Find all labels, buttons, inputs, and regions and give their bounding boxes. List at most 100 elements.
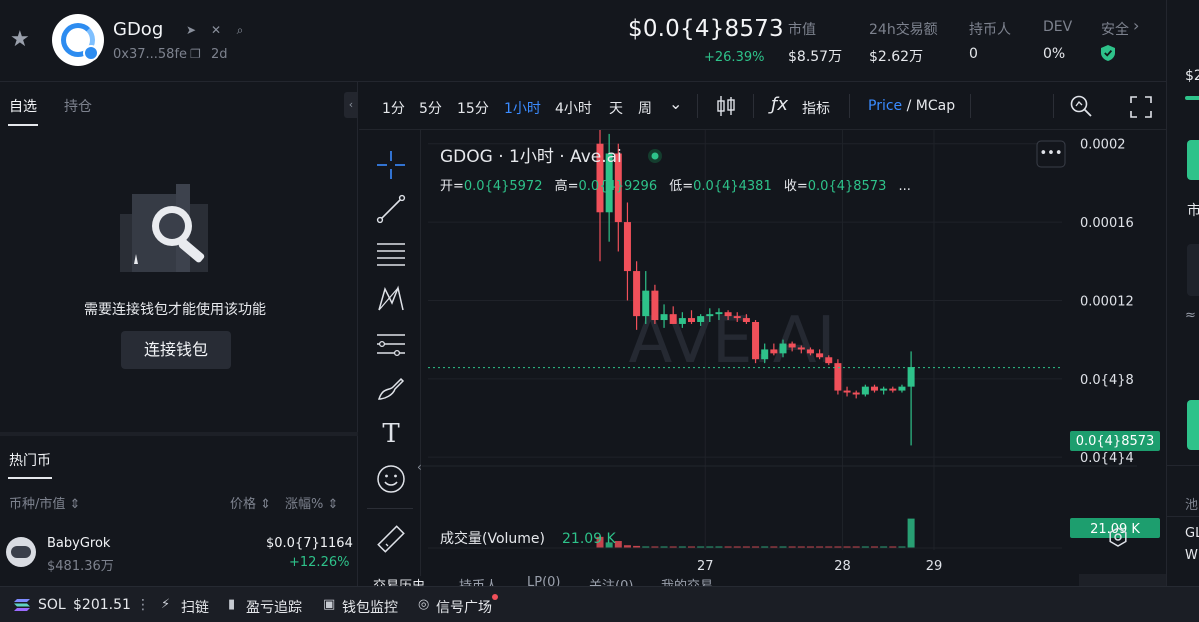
connect-wallet-button[interactable]: 连接钱包 (121, 331, 231, 369)
candle-body (907, 367, 915, 387)
volume-label: 成交量(Volume) (440, 530, 545, 547)
telegram-icon[interactable]: ➤ (183, 22, 199, 38)
fullscreen-icon[interactable] (1130, 96, 1152, 118)
chevron-right-icon[interactable]: › (1133, 16, 1139, 35)
timeframe-day[interactable]: 天 (609, 98, 623, 118)
panel-resize-handle[interactable] (0, 432, 358, 436)
candle-body (733, 316, 741, 319)
tab-watchlist[interactable]: 自选 (9, 96, 37, 116)
scan-icon[interactable]: ⚡ (161, 597, 170, 612)
trend-line-icon[interactable] (375, 193, 407, 225)
column-header-change[interactable]: 涨幅% ⇕ (285, 493, 338, 512)
hot-coins-title[interactable]: 热门币 (9, 450, 51, 470)
stat-label-safety[interactable]: 安全 (1101, 19, 1129, 39)
projection-icon[interactable] (375, 328, 407, 360)
candle (852, 390, 860, 399)
confirm-button[interactable] (1187, 400, 1199, 450)
brush-icon[interactable] (375, 373, 407, 405)
ohlc-readout: 开=0.0{4}5972 高=0.0{4}9296 低=0.0{4}4381 收… (440, 178, 911, 194)
candle-body (779, 343, 787, 354)
mcap-toggle[interactable]: / MCap (907, 98, 956, 114)
zoom-icon[interactable] (1069, 94, 1093, 118)
tab-follow[interactable]: 关注(0) (589, 575, 633, 586)
candle (834, 359, 842, 395)
bar-chart-icon[interactable]: ▮ (228, 597, 235, 612)
stat-value-market-cap: $8.57万 (788, 49, 843, 65)
star-icon[interactable]: ★ (10, 28, 34, 52)
more-icon[interactable]: ••• (1039, 146, 1062, 161)
footer-wallet-monitor[interactable]: 钱包监控 (342, 597, 398, 617)
column-header-price[interactable]: 价格 ⇕ (230, 493, 271, 512)
footer-signal-plaza[interactable]: 信号广场 (436, 597, 492, 617)
token-address[interactable]: 0x37...58fe (113, 47, 187, 62)
timeframe-1h[interactable]: 1小时 (504, 98, 541, 118)
tab-trade-history[interactable]: 交易历史 (373, 575, 425, 586)
chart-title: GDOG · 1小时 · Ave.ai (440, 147, 622, 167)
candle-body (889, 388, 897, 391)
timeframe-15m[interactable]: 15分 (457, 98, 489, 118)
emoji-icon[interactable] (375, 463, 407, 495)
current-price-label: 0.0{4}8573 (1076, 434, 1155, 449)
candle-style-icon[interactable] (715, 94, 737, 118)
candle-body (642, 290, 650, 317)
buy-button[interactable] (1187, 140, 1199, 180)
price-toggle[interactable]: Price (868, 98, 902, 114)
candle-body (797, 347, 805, 350)
candle-body (669, 314, 677, 324)
tab-holders[interactable]: 持币人 (459, 575, 498, 586)
pattern-icon[interactable] (375, 283, 407, 315)
candle (907, 351, 915, 446)
ohlc-low: 0.0{4}4381 (693, 179, 772, 194)
chain-price: $201.51 (73, 597, 131, 613)
timeframe-4h[interactable]: 4小时 (555, 98, 592, 118)
tab-holdings[interactable]: 持仓 (64, 96, 92, 116)
column-header-coin[interactable]: 币种/市值 ⇕ (9, 493, 80, 512)
candlestick-chart[interactable]: AVE.AI GDOG · 1小时 · Ave.ai 开=0.0{4}5972 … (422, 130, 1166, 576)
tab-lp[interactable]: LP(0) (527, 575, 561, 586)
candle (880, 386, 888, 395)
right-trade-panel: $2 市 ≈ 池 GL W (1166, 0, 1199, 622)
price-mcap-toggle[interactable]: Price / MCap (868, 98, 955, 114)
sort-icon: ⇕ (327, 497, 339, 512)
indicators-button[interactable]: 指标 (802, 98, 830, 118)
timeframe-5m[interactable]: 5分 (419, 98, 442, 118)
footer-pnl-tracking[interactable]: 盈亏追踪 (246, 597, 302, 617)
more-timeframes-icon[interactable]: ⌄ (669, 94, 682, 113)
coin-name[interactable]: BabyGrok (47, 536, 110, 551)
tab-my-trades[interactable]: 我的交易 (661, 575, 713, 586)
candle-body (715, 312, 723, 315)
menu-dots-icon[interactable]: ⋮ (136, 597, 150, 613)
token-header: ★ GDog ➤ ✕ ⌕ 0x37...58fe ❐ 2d $0.0{4}857… (0, 0, 1166, 82)
solana-icon (14, 599, 30, 611)
indicator-icon[interactable]: ƒx (771, 94, 788, 115)
fib-levels-icon[interactable] (375, 238, 407, 270)
chain-name[interactable]: SOL (38, 597, 66, 613)
amount-input[interactable] (1187, 244, 1199, 296)
x-icon[interactable]: ✕ (208, 22, 224, 38)
coin-market-cap: $481.36万 (47, 559, 114, 574)
copy-icon[interactable]: ❐ (190, 47, 201, 61)
chart-settings-icon[interactable] (1108, 527, 1128, 547)
timeframe-week[interactable]: 周 (638, 98, 652, 118)
candle-body (871, 386, 878, 391)
footer-scan[interactable]: 扫链 (181, 597, 209, 617)
ohlc-low-label: 低= (669, 179, 693, 194)
ohlc-close: 0.0{4}8573 (808, 179, 887, 194)
text-tool-icon[interactable]: T (375, 418, 407, 450)
signal-icon[interactable]: ◎ (418, 597, 429, 612)
collapse-sidebar-button[interactable]: ‹ (344, 92, 358, 118)
timeframe-1m[interactable]: 1分 (382, 98, 405, 118)
ruler-icon[interactable] (375, 523, 407, 555)
right-panel-fragment: ≈ (1185, 308, 1196, 323)
chart-watermark: AVE.AI (629, 304, 836, 378)
ohlc-high: 0.0{4}9296 (579, 179, 658, 194)
candle-body (761, 349, 769, 360)
candle (871, 384, 878, 393)
wallet-icon[interactable]: ▣ (323, 597, 335, 612)
search-icon[interactable]: ⌕ (232, 22, 248, 38)
crosshair-icon[interactable] (375, 149, 407, 181)
filter-button[interactable] (1079, 574, 1166, 586)
coin-avatar[interactable] (6, 537, 36, 567)
toolbar-divider (1053, 94, 1054, 118)
active-tab-underline (8, 477, 52, 479)
